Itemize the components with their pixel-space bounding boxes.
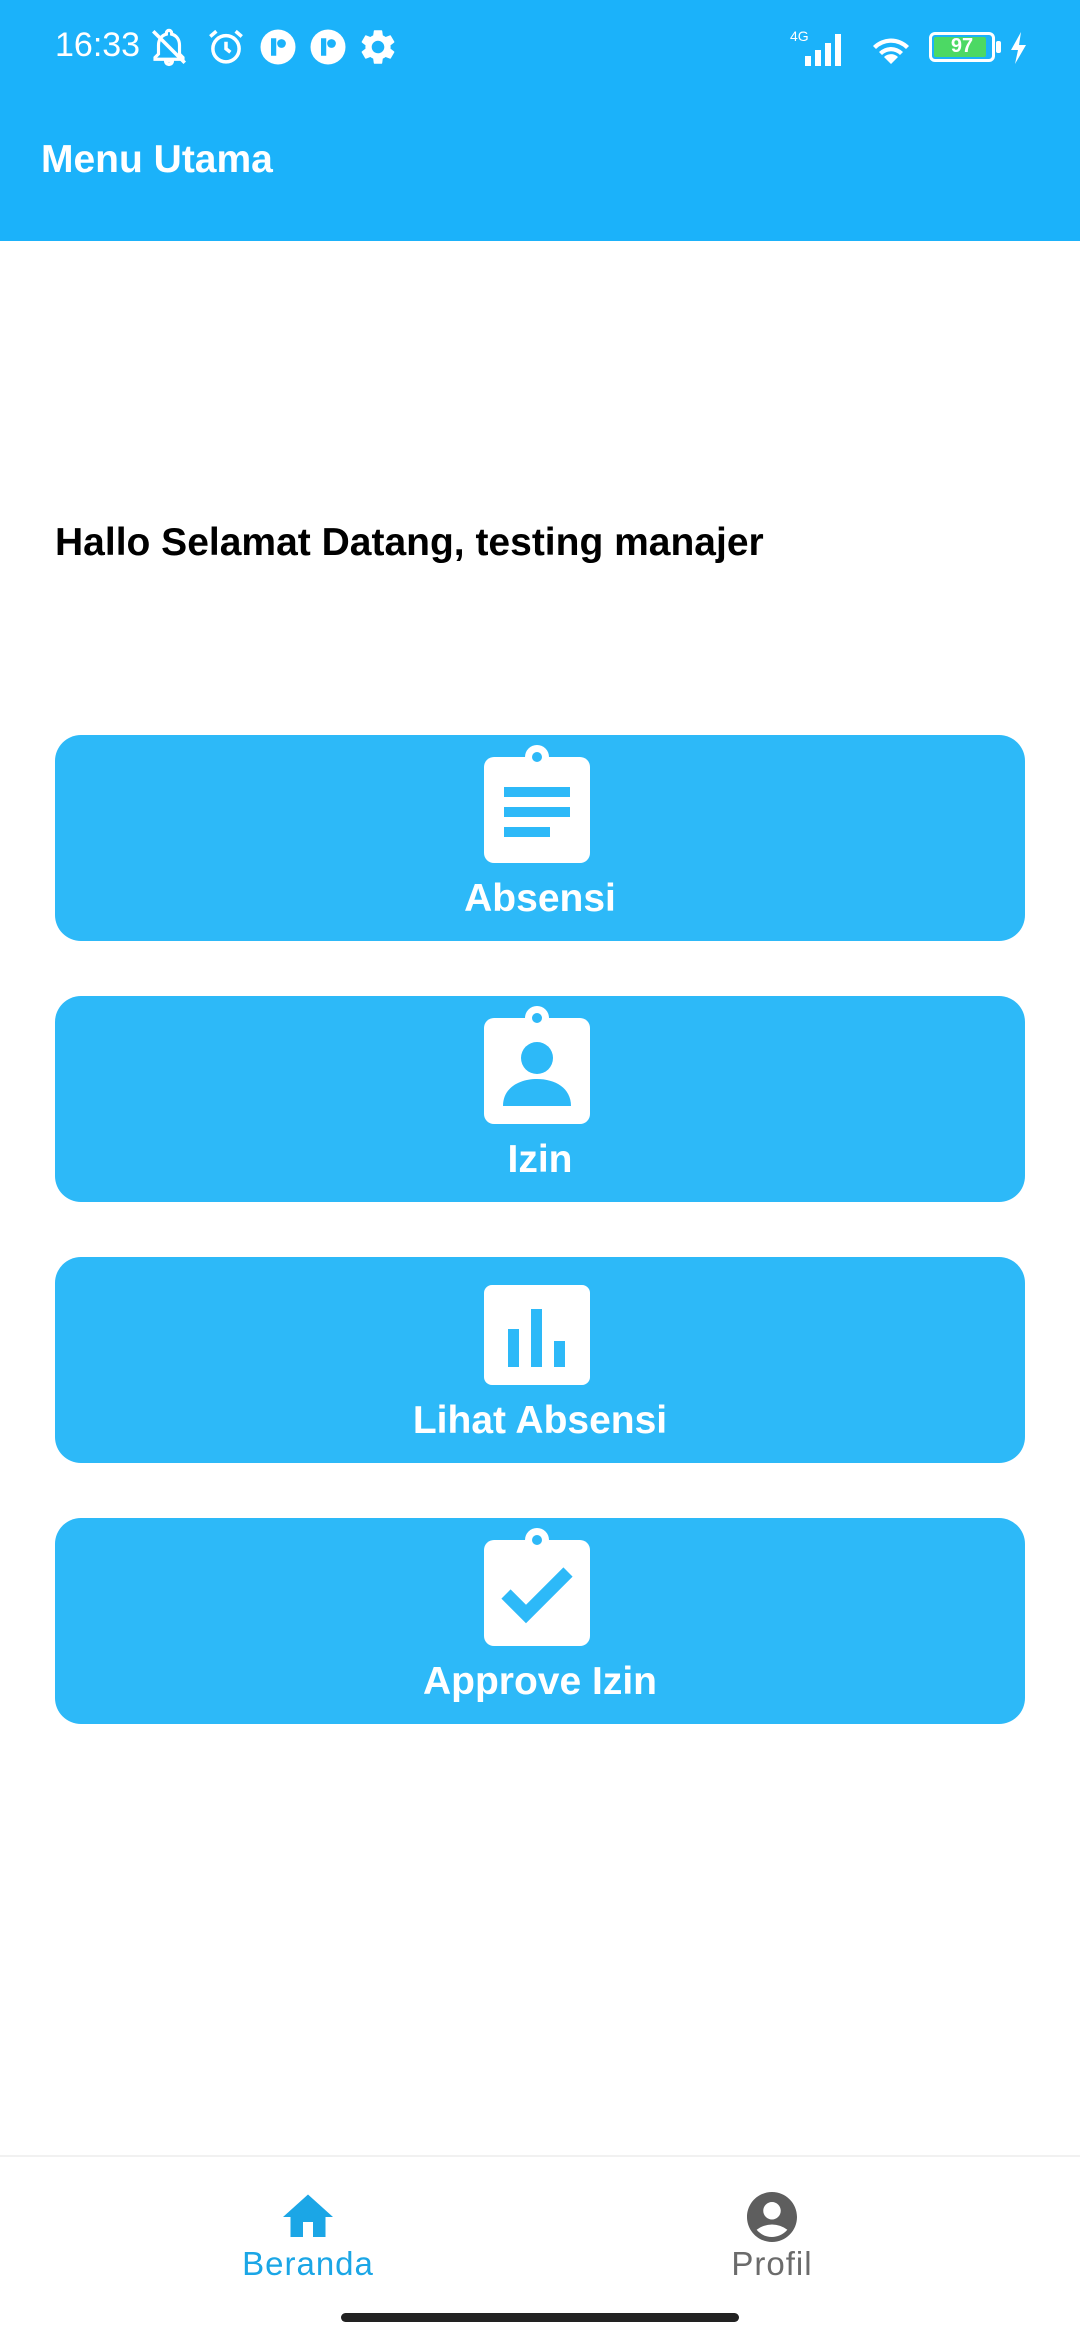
nav-label-beranda: Beranda [242, 2245, 374, 2282]
page-title: Menu Utama [41, 138, 273, 181]
settings-icon [361, 30, 395, 64]
battery-level: 97 [950, 35, 974, 57]
alarm-icon [209, 29, 243, 64]
app-icon [260, 29, 296, 65]
status-time: 16:33 [55, 26, 141, 64]
clipboard-check-icon [484, 1528, 590, 1646]
approve-izin-label: Approve Izin [422, 1660, 658, 1703]
wifi-icon [873, 38, 909, 64]
battery-tip [996, 41, 1001, 53]
greeting-text: Hallo Selamat Datang, testing manajer [55, 521, 764, 564]
account-circle-icon [747, 2192, 797, 2242]
nav-item-profil[interactable]: Profil [672, 2187, 872, 2297]
clipboard-person-icon [484, 1006, 590, 1124]
battery-icon: 97 [929, 32, 995, 62]
nav-item-beranda[interactable]: Beranda [208, 2187, 408, 2297]
absensi-label: Absensi [464, 877, 616, 920]
signal-icon [805, 34, 841, 66]
home-indicator[interactable] [341, 2313, 739, 2322]
clipboard-list-icon [484, 745, 590, 863]
nav-label-profil: Profil [731, 2245, 813, 2282]
izin-label: Izin [507, 1138, 573, 1181]
mute-icon [152, 28, 186, 67]
approve-izin-button[interactable]: Approve Izin [55, 1518, 1025, 1724]
status-bar: 16:33 4G 97 [0, 0, 1080, 96]
app-icon [310, 29, 346, 65]
absensi-button[interactable]: Absensi [55, 735, 1025, 941]
lihat-absensi-label: Lihat Absensi [412, 1399, 668, 1442]
bar-chart-icon [484, 1285, 590, 1385]
home-icon [283, 2194, 333, 2237]
lihat-absensi-button[interactable]: Lihat Absensi [55, 1257, 1025, 1463]
app-bar: 16:33 4G 97 Menu Utama [0, 0, 1080, 241]
charging-icon [1011, 32, 1026, 64]
izin-button[interactable]: Izin [55, 996, 1025, 1202]
